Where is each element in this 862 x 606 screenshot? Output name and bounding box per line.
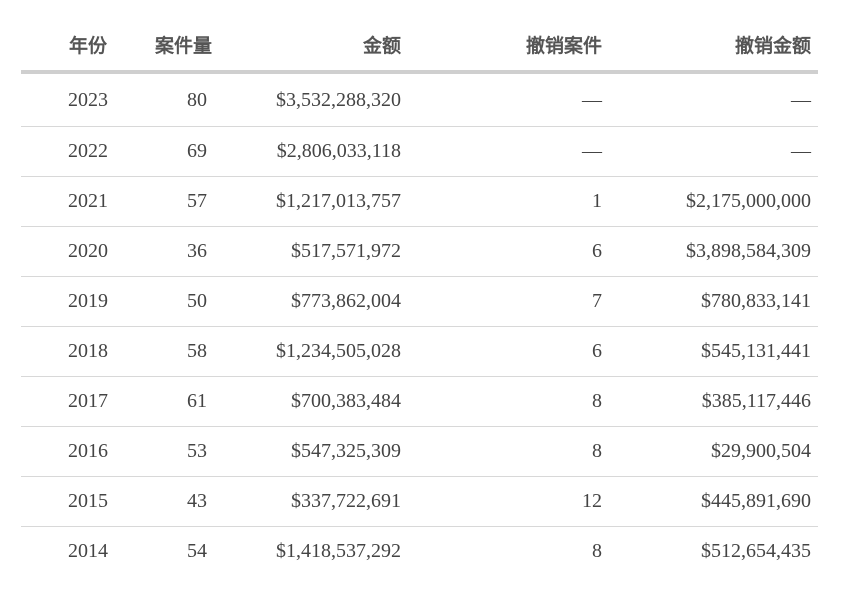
table-header: 年份 案件量 金额 撤销案件 撤销金额 (21, 18, 818, 74)
cell-revoked-cases: — (408, 72, 609, 127)
cell-revoked-cases: 8 (408, 426, 609, 477)
cell-amount: $2,806,033,118 (207, 126, 408, 177)
cell-revoked-amount: $545,131,441 (609, 326, 818, 377)
cell-cases: 53 (155, 426, 207, 477)
cell-amount: $3,532,288,320 (207, 72, 408, 127)
cell-revoked-amount: $445,891,690 (609, 476, 818, 527)
table-row: 2022 69 $2,806,033,118 — — (21, 126, 818, 177)
cell-revoked-cases: 12 (408, 476, 609, 527)
cell-revoked-amount: $780,833,141 (609, 276, 818, 327)
cell-cases: 54 (187, 540, 207, 562)
cell-amount: $773,862,004 (207, 276, 408, 327)
table-row: 2023 80 $3,532,288,320 — — (21, 72, 818, 127)
cell-cases: 80 (155, 72, 207, 127)
cell-cases: 61 (155, 376, 207, 427)
cell-year: 2015 (21, 476, 155, 527)
cell-amount: $337,722,691 (207, 476, 408, 527)
header-amount: 金额 (207, 18, 408, 74)
cell-amount: $517,571,972 (207, 226, 408, 277)
cell-year: 2019 (21, 276, 155, 327)
cell-revoked-cases: 7 (408, 276, 609, 327)
cell-revoked-cases: 6 (408, 326, 609, 377)
header-revoked-cases: 撤销案件 (408, 18, 609, 74)
cell-revoked-amount: $385,117,446 (609, 376, 818, 427)
cell-revoked-cases: 8 (408, 376, 609, 427)
cell-revoked-amount: $512,654,435 (701, 540, 811, 562)
cell-revoked-amount: $29,900,504 (609, 426, 818, 477)
cell-year: 2017 (21, 376, 155, 427)
table-row: 2014 54 $1,418,537,292 8 $512,654,435 (21, 527, 818, 577)
cell-revoked-amount: $3,898,584,309 (609, 226, 818, 277)
cell-year: 2020 (21, 226, 155, 277)
cell-revoked-cases: 6 (408, 226, 609, 277)
cell-amount: $547,325,309 (207, 426, 408, 477)
header-row: 年份 案件量 金额 撤销案件 撤销金额 (21, 18, 818, 74)
cell-cases: 57 (155, 176, 207, 227)
cell-year: 2023 (21, 72, 155, 127)
cell-cases: 69 (155, 126, 207, 177)
table-row: 2017 61 $700,383,484 8 $385,117,446 (21, 376, 818, 427)
header-cases: 案件量 (155, 18, 212, 74)
cell-revoked-amount: $2,175,000,000 (609, 176, 818, 227)
cell-revoked-amount: — (609, 126, 818, 177)
cell-revoked-amount: — (609, 72, 818, 127)
table-row: 2018 58 $1,234,505,028 6 $545,131,441 (21, 326, 818, 377)
cell-cases: 58 (155, 326, 207, 377)
cell-revoked-cases: — (408, 126, 609, 177)
cell-amount: $1,217,013,757 (207, 176, 408, 227)
cell-year: 2014 (68, 540, 108, 562)
cell-revoked-cases: 8 (592, 540, 602, 562)
header-revoked-amount: 撤销金额 (609, 18, 818, 74)
cell-amount: $700,383,484 (207, 376, 408, 427)
cases-table: 年份 案件量 金额 撤销案件 撤销金额 2023 80 $3,532,288,3… (21, 18, 818, 576)
cell-cases: 43 (155, 476, 207, 527)
cell-revoked-cases: 1 (408, 176, 609, 227)
cell-year: 2016 (21, 426, 155, 477)
cell-amount: $1,418,537,292 (276, 540, 401, 562)
table-body: 2023 80 $3,532,288,320 — — 2022 69 $2,80… (21, 72, 818, 576)
table-row: 2021 57 $1,217,013,757 1 $2,175,000,000 (21, 176, 818, 227)
header-year: 年份 (21, 18, 155, 74)
cell-year: 2021 (21, 176, 155, 227)
cell-year: 2022 (21, 126, 155, 177)
table-row: 2020 36 $517,571,972 6 $3,898,584,309 (21, 226, 818, 277)
cell-year: 2018 (21, 326, 155, 377)
table-row: 2016 53 $547,325,309 8 $29,900,504 (21, 426, 818, 477)
table-row: 2019 50 $773,862,004 7 $780,833,141 (21, 276, 818, 327)
cell-cases: 36 (155, 226, 207, 277)
table-row: 2015 43 $337,722,691 12 $445,891,690 (21, 476, 818, 527)
cell-amount: $1,234,505,028 (207, 326, 408, 377)
cell-cases: 50 (155, 276, 207, 327)
